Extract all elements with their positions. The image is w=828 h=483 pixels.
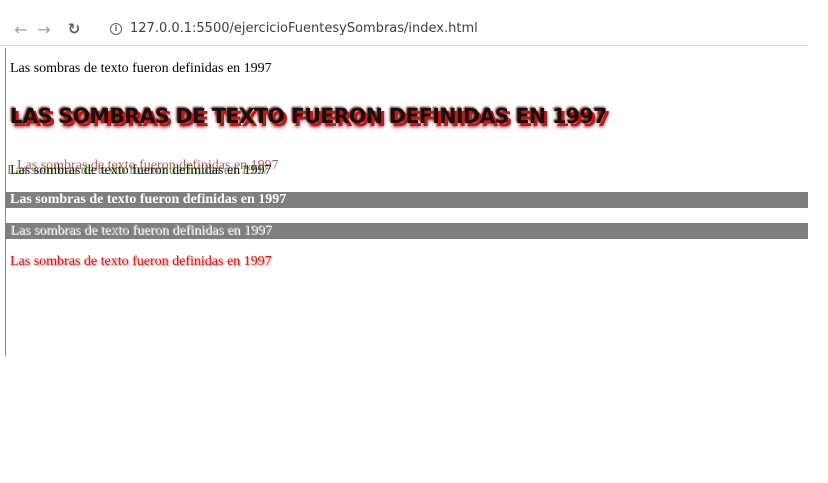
reload-icon[interactable]: ↻ — [63, 18, 85, 40]
decorative-shadow-heading: Las sombras de texto fueron definidas en… — [10, 104, 607, 128]
white-bold-text-on-gray: Las sombras de texto fueron definidas en… — [10, 192, 287, 207]
info-icon[interactable]: i — [110, 23, 122, 35]
embossed-text-on-gray: Las sombras de texto fueron definidas en… — [10, 223, 272, 238]
forward-arrow-icon[interactable]: → — [33, 18, 55, 40]
red-shadow-text: Las sombras de texto fueron definidas en… — [10, 254, 272, 269]
address-bar[interactable]: 127.0.0.1:5500/ejercicioFuentesySombras/… — [130, 21, 478, 36]
url-host: 127.0.0.1 — [130, 21, 193, 36]
back-arrow-icon[interactable]: ← — [10, 18, 32, 40]
url-path: :5500/ejercicioFuentesySombras/index.htm… — [192, 21, 478, 36]
green-shadow-text: Las sombras de texto fueron definidas en… — [10, 163, 272, 178]
browser-toolbar: ← → ↻ i 127.0.0.1:5500/ejercicioFuentesy… — [0, 14, 808, 46]
plain-text-line: Las sombras de texto fueron definidas en… — [10, 61, 272, 76]
